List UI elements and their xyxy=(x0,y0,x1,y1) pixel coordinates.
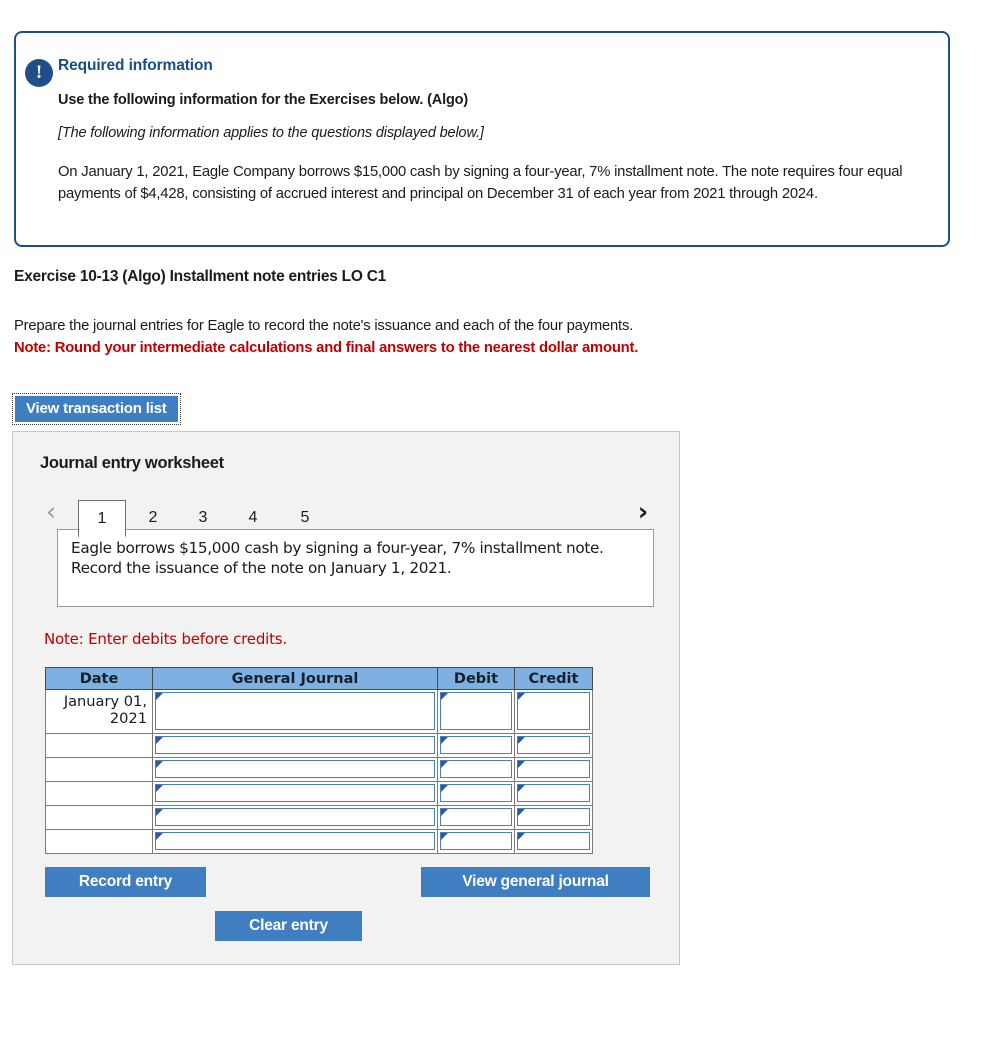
debit-input-5[interactable] xyxy=(440,808,512,826)
table-row xyxy=(45,781,593,806)
cell-general-journal[interactable] xyxy=(152,781,438,806)
view-transaction-list-button[interactable]: View transaction list xyxy=(15,396,178,422)
clear-entry-button[interactable]: Clear entry xyxy=(215,911,362,941)
debit-input-1[interactable] xyxy=(440,692,512,730)
date-value xyxy=(46,782,152,804)
general-journal-input-6[interactable] xyxy=(155,832,435,850)
date-value: January 01, 2021 xyxy=(63,693,147,727)
cell-debit[interactable] xyxy=(437,733,515,758)
date-value xyxy=(46,758,152,780)
table-row xyxy=(45,805,593,830)
exercise-prompt: Prepare the journal entries for Eagle to… xyxy=(14,318,634,334)
cell-credit[interactable] xyxy=(514,757,593,782)
credit-input-6[interactable] xyxy=(517,832,590,850)
debit-input-2[interactable] xyxy=(440,736,512,754)
table-row: January 01, 2021 xyxy=(45,689,593,734)
enter-debits-note: Note: Enter debits before credits. xyxy=(44,630,287,648)
date-value xyxy=(46,830,152,852)
exclamation-icon: ! xyxy=(25,59,53,87)
worksheet-tab-strip: ‹ › 1 2 3 4 5 xyxy=(40,492,654,537)
chevron-right-icon[interactable]: › xyxy=(632,497,654,527)
debit-input-4[interactable] xyxy=(440,784,512,802)
worksheet-description: Eagle borrows $15,000 cash by signing a … xyxy=(57,529,654,607)
cell-debit[interactable] xyxy=(437,805,515,830)
worksheet-title: Journal entry worksheet xyxy=(40,454,224,472)
table-header-row: Date General Journal Debit Credit xyxy=(45,667,593,690)
column-header-credit: Credit xyxy=(514,667,593,690)
column-header-general-journal: General Journal xyxy=(152,667,438,690)
cell-date: January 01, 2021 xyxy=(45,689,153,734)
general-journal-input-3[interactable] xyxy=(155,760,435,778)
worksheet-tab-1[interactable]: 1 xyxy=(78,500,126,537)
cell-credit[interactable] xyxy=(514,733,593,758)
journal-entry-table: Date General Journal Debit Credit Januar… xyxy=(45,667,593,854)
table-row xyxy=(45,829,593,854)
required-information-title: Required information xyxy=(58,57,213,74)
cell-date xyxy=(45,757,153,782)
cell-credit[interactable] xyxy=(514,829,593,854)
cell-general-journal[interactable] xyxy=(152,689,438,734)
required-information-content: Required information Use the following i… xyxy=(58,57,930,205)
credit-input-4[interactable] xyxy=(517,784,590,802)
credit-input-1[interactable] xyxy=(517,692,590,730)
view-transaction-list-focus-ring: View transaction list xyxy=(12,393,181,425)
cell-general-journal[interactable] xyxy=(152,829,438,854)
cell-credit[interactable] xyxy=(514,689,593,734)
credit-input-2[interactable] xyxy=(517,736,590,754)
debit-input-3[interactable] xyxy=(440,760,512,778)
date-value xyxy=(46,734,152,756)
cell-debit[interactable] xyxy=(437,757,515,782)
table-row xyxy=(45,757,593,782)
cell-debit[interactable] xyxy=(437,781,515,806)
required-information-subtitle: Use the following information for the Ex… xyxy=(58,92,469,108)
debit-input-6[interactable] xyxy=(440,832,512,850)
cell-credit[interactable] xyxy=(514,781,593,806)
general-journal-input-5[interactable] xyxy=(155,808,435,826)
general-journal-input-4[interactable] xyxy=(155,784,435,802)
required-information-body: On January 1, 2021, Eagle Company borrow… xyxy=(58,164,903,202)
exercise-rounding-note: Note: Round your intermediate calculatio… xyxy=(14,340,639,356)
required-information-panel: ! Required information Use the following… xyxy=(14,31,950,247)
credit-input-5[interactable] xyxy=(517,808,590,826)
page-title: Exercise 10-13 (Algo) Installment note e… xyxy=(14,268,387,285)
general-journal-input-2[interactable] xyxy=(155,736,435,754)
cell-date xyxy=(45,829,153,854)
cell-debit[interactable] xyxy=(437,829,515,854)
chevron-left-icon[interactable]: ‹ xyxy=(40,497,62,527)
cell-general-journal[interactable] xyxy=(152,757,438,782)
cell-general-journal[interactable] xyxy=(152,805,438,830)
general-journal-input-1[interactable] xyxy=(155,692,435,730)
cell-date xyxy=(45,781,153,806)
record-entry-button[interactable]: Record entry xyxy=(45,867,206,897)
cell-date xyxy=(45,805,153,830)
cell-date xyxy=(45,733,153,758)
cell-debit[interactable] xyxy=(437,689,515,734)
cell-credit[interactable] xyxy=(514,805,593,830)
view-general-journal-button[interactable]: View general journal xyxy=(421,867,650,897)
table-row xyxy=(45,733,593,758)
credit-input-3[interactable] xyxy=(517,760,590,778)
required-information-italic-note: [The following information applies to th… xyxy=(58,125,484,141)
column-header-debit: Debit xyxy=(437,667,515,690)
cell-general-journal[interactable] xyxy=(152,733,438,758)
journal-entry-worksheet-panel: Journal entry worksheet ‹ › 1 2 3 4 5 Ea… xyxy=(12,431,680,965)
column-header-date: Date xyxy=(45,667,153,690)
date-value xyxy=(46,806,152,828)
